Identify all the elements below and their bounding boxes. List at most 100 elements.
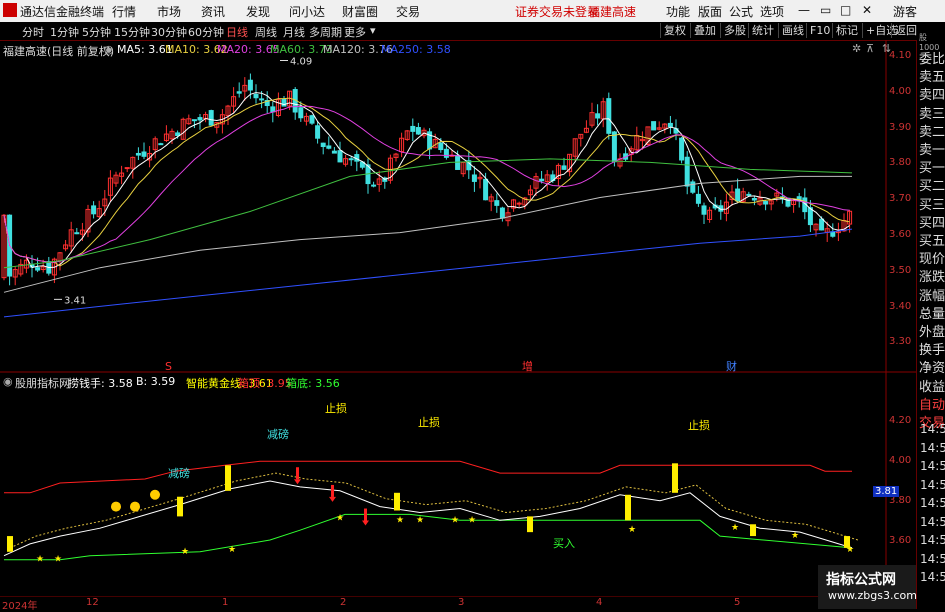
x-tick-4: 4 (596, 597, 603, 608)
main-y-tick: 3.30 (889, 336, 912, 348)
buy-note: 买入 (553, 537, 575, 550)
btn-biaoji[interactable]: 标记 (832, 23, 861, 38)
candle-body (326, 145, 332, 149)
candle-body (785, 197, 791, 207)
quote-label: 买二 (919, 179, 945, 195)
candle-body (315, 125, 321, 139)
sub-y-tick: 3.60 (889, 535, 912, 546)
candle-body (438, 142, 444, 151)
period-15min[interactable]: 15分钟 (114, 24, 150, 40)
menu-bar: 通达信金融终端 行情 市场 资讯 发现 问小达 财富圈 交易 证券交易未登录 福… (0, 0, 945, 23)
btn-huaxian[interactable]: 画线 (778, 23, 807, 38)
main-y-tick: 3.70 (889, 193, 912, 205)
btn-tongji[interactable]: 统计 (748, 23, 777, 38)
btn-duogu[interactable]: 多股 (720, 23, 749, 38)
quote-label[interactable]: 自动 (919, 394, 945, 413)
minimize-button[interactable]: — (798, 3, 810, 17)
star-marker: ★ (846, 545, 854, 555)
candle-body (695, 193, 701, 204)
menu-item-jiaoyi[interactable]: 交易 (396, 3, 420, 20)
btn-fanhui[interactable]: 返回 (891, 23, 920, 38)
quote-label: 委比 (919, 52, 945, 67)
menu-item-faxian[interactable]: 发现 (246, 3, 270, 20)
period-more[interactable]: 更多 (344, 24, 366, 40)
reduce-note: 减磅 (267, 427, 289, 441)
candle-body (819, 218, 825, 231)
btn-fuquan[interactable]: 复权 (660, 23, 689, 38)
menu-right-xuanxiang[interactable]: 选项 (760, 3, 784, 20)
star-marker: ★ (468, 515, 476, 525)
main-y-tick: 4.10 (889, 50, 912, 61)
period-weekly[interactable]: 周线 (255, 24, 277, 40)
stock-name: 福建高速 (588, 5, 637, 19)
restore-button[interactable]: ▭ (820, 3, 831, 17)
candle-body (197, 117, 203, 121)
candle-body (236, 91, 242, 94)
quote-label: 净资 (919, 361, 945, 377)
reduce-note: 减磅 (168, 466, 190, 480)
star-marker: ★ (396, 515, 404, 525)
candle-body (91, 205, 97, 215)
candle-body (494, 200, 500, 206)
quote-label: 卖一 (919, 143, 945, 158)
menu-item-caifuquan[interactable]: 财富圈 (342, 3, 378, 20)
quote-label: 买三 (919, 197, 945, 213)
candle-body (175, 132, 181, 137)
candle-body (331, 150, 337, 154)
period-daily[interactable]: 日线 (226, 24, 248, 40)
sub-y-tick: 4.20 (889, 415, 912, 426)
menu-item-wenxiaoda[interactable]: 问小达 (289, 3, 325, 20)
main-y-tick: 3.90 (889, 121, 912, 133)
menu-right-banmian[interactable]: 版面 (698, 3, 722, 20)
guest-label[interactable]: 游客 (893, 3, 917, 20)
star-marker: ★ (628, 525, 636, 535)
menu-item-shichang[interactable]: 市场 (157, 3, 181, 20)
ma250-line (3, 228, 853, 318)
x-axis: 2024年 12 1 2 3 4 5 (0, 597, 916, 612)
period-1min[interactable]: 1分钟 (50, 24, 79, 40)
menu-right-gongneng[interactable]: 功能 (666, 3, 690, 20)
period-5min[interactable]: 5分钟 (82, 24, 111, 40)
quote-label: 外盘 (919, 325, 945, 340)
box-top-line (4, 460, 852, 494)
stop-loss-note: 止损 (418, 415, 440, 429)
btn-diejia[interactable]: 叠加 (690, 23, 719, 38)
maximize-button[interactable]: □ (840, 3, 851, 17)
quote-label: 收益 (919, 379, 945, 395)
quote-label: 涨幅 (919, 288, 945, 304)
menu-item-zixun[interactable]: 资讯 (201, 3, 225, 20)
close-icon[interactable]: ✕ (862, 3, 872, 17)
period-60min[interactable]: 60分钟 (188, 24, 224, 40)
time-label: 14:56 (920, 422, 945, 436)
btn-f10[interactable]: F10 (806, 23, 833, 38)
quote-side-panel: 股 1000 委比 卖五 卖四 卖三 卖二 卖一 买一 买二 买三 买四 买五 现价 涨跌 涨幅 总量 外盘 换手… (916, 33, 945, 609)
star-marker: ★ (336, 513, 344, 523)
sub-chart[interactable]: ★ ★★ ★★ ★ ★ ★ ★★ ★★★止损止损 止损减磅减磅买入 (0, 401, 916, 598)
main-y-tick: 3.80 (889, 157, 912, 169)
app-logo-icon (3, 3, 17, 17)
x-tick-2024: 2024年 (2, 601, 38, 612)
period-multi[interactable]: 多周期 (309, 24, 342, 40)
candle-body (371, 184, 377, 187)
star-marker: ★ (54, 555, 62, 565)
period-30min[interactable]: 30分钟 (151, 24, 187, 40)
login-notice[interactable]: 证券交易未登录 (515, 3, 599, 20)
sell-arrow-head (294, 479, 301, 485)
menu-item-hangqing[interactable]: 行情 (112, 3, 136, 20)
time-label: 14:56 (920, 514, 945, 529)
candle-body (595, 113, 601, 119)
candle-body (807, 207, 813, 226)
time-label: 14:56 (920, 477, 945, 492)
kline-chart-area[interactable]: 4.093.41S 增财 ★ ★★ ★★ ★ ★ ★ ★★ ★★★止损止损 止损减磅减磅买入 (0, 40, 916, 600)
signal-bar (177, 496, 183, 517)
period-fenshi[interactable]: 分时 (22, 24, 44, 40)
x-tick-2: 2 (340, 597, 347, 608)
chevron-down-icon[interactable]: ▾ (370, 24, 376, 37)
main-y-tick: 3.50 (889, 264, 912, 276)
period-monthly[interactable]: 月线 (283, 24, 305, 40)
candle-body (124, 167, 130, 170)
candle-body (247, 79, 253, 91)
menu-right-gongshi[interactable]: 公式 (729, 3, 753, 20)
signal-bar (625, 494, 631, 521)
main-y-tick: 3.40 (889, 300, 912, 312)
